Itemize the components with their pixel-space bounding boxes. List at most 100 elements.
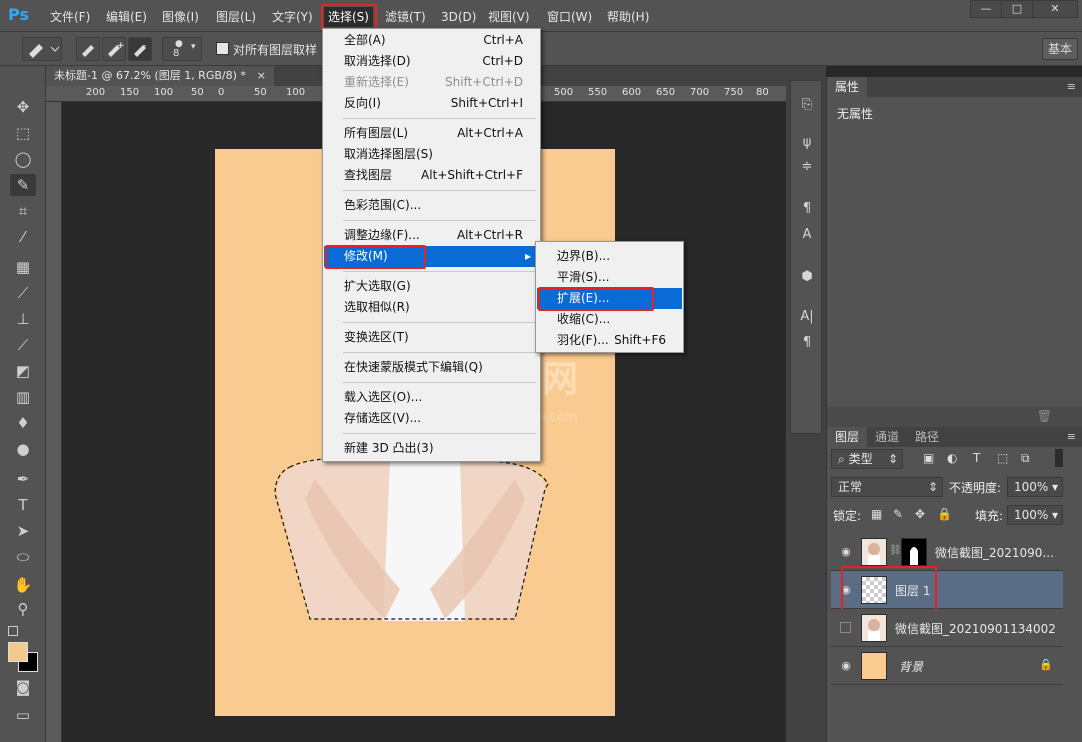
hand-tool-icon[interactable]: ✋: [10, 574, 36, 596]
restore-button[interactable]: □: [1001, 0, 1033, 18]
zoom-tool-icon[interactable]: ⚲: [10, 598, 36, 620]
submenu-item-feather[interactable]: 羽化(F)... Shift+F6: [537, 330, 682, 351]
tool-preset-picker[interactable]: [22, 37, 62, 61]
menu-view[interactable]: 视图(V): [484, 7, 534, 27]
move-tool-icon[interactable]: ✥: [10, 96, 36, 118]
shape-tool-icon[interactable]: ⬭: [10, 546, 36, 568]
dodge-tool-icon[interactable]: ●: [10, 438, 36, 460]
submenu-item-contract[interactable]: 收缩(C)...: [537, 309, 682, 330]
menu-item-select-all[interactable]: 全部(A) Ctrl+A: [324, 30, 539, 51]
image-filter-icon[interactable]: ▣: [923, 451, 934, 465]
lasso-tool-icon[interactable]: ◯: [10, 148, 36, 170]
default-colors-icon[interactable]: [8, 626, 18, 636]
visibility-toggle-hidden[interactable]: [840, 622, 851, 633]
menu-image[interactable]: 图像(I): [158, 7, 203, 27]
menu-item-similar[interactable]: 选取相似(R): [324, 297, 539, 318]
brush-size-picker[interactable]: ● 8 ▾: [162, 37, 202, 61]
tab-properties[interactable]: 属性: [827, 77, 868, 97]
character-panel-icon[interactable]: A|: [795, 307, 819, 327]
smart-object-filter-icon[interactable]: ⧉: [1021, 451, 1030, 466]
tab-channels[interactable]: 通道: [867, 427, 907, 447]
adjustment-panel-icon[interactable]: ≑: [795, 157, 819, 177]
lock-all-icon[interactable]: 🔒: [937, 507, 952, 521]
opacity-input[interactable]: 100% ▾: [1007, 477, 1063, 497]
menu-item-refine-edge[interactable]: 调整边缘(F)... Alt+Ctrl+R: [324, 225, 539, 246]
menu-3d[interactable]: 3D(D): [437, 7, 480, 27]
menu-item-new-3d-extrusion[interactable]: 新建 3D 凸出(3): [324, 438, 539, 459]
quick-mask-icon[interactable]: ◙: [10, 676, 36, 698]
lock-pixels-icon[interactable]: ✎: [893, 507, 903, 521]
layer-row[interactable]: 微信截图_20210901134002: [831, 609, 1063, 647]
menu-item-transform-selection[interactable]: 变换选区(T): [324, 327, 539, 348]
workspace-switcher[interactable]: 基本: [1042, 38, 1078, 60]
paragraph-panel-icon[interactable]: ¶: [795, 333, 819, 353]
quick-selection-tool-icon[interactable]: ✎: [10, 174, 36, 196]
menu-item-deselect[interactable]: 取消选择(D) Ctrl+D: [324, 51, 539, 72]
character-style-icon[interactable]: A: [795, 225, 819, 245]
menu-item-find-layers[interactable]: 查找图层 Alt+Shift+Ctrl+F: [324, 165, 539, 186]
menu-item-load-selection[interactable]: 载入选区(O)...: [324, 387, 539, 408]
close-tab-icon[interactable]: ×: [257, 66, 266, 86]
history-brush-tool-icon[interactable]: ⟋: [10, 334, 36, 356]
minimize-button[interactable]: —: [970, 0, 1002, 18]
marquee-tool-icon[interactable]: ⬚: [10, 122, 36, 144]
menu-window[interactable]: 窗口(W): [543, 7, 596, 27]
menu-item-all-layers[interactable]: 所有图层(L) Alt+Ctrl+A: [324, 123, 539, 144]
tab-layers[interactable]: 图层: [827, 427, 868, 447]
healing-brush-tool-icon[interactable]: ▦: [10, 256, 36, 278]
chain-link-icon[interactable]: ⛓: [889, 545, 902, 556]
submenu-item-border[interactable]: 边界(B)...: [537, 246, 682, 267]
gradient-tool-icon[interactable]: ▥: [10, 386, 36, 408]
close-window-button[interactable]: ✕: [1032, 0, 1078, 18]
submenu-item-smooth[interactable]: 平滑(S)...: [537, 267, 682, 288]
menu-type[interactable]: 文字(Y): [268, 7, 317, 27]
document-tab[interactable]: 未标题-1 @ 67.2% (图层 1, RGB/8) * ×: [46, 66, 274, 86]
menu-filter[interactable]: 滤镜(T): [381, 7, 430, 27]
filter-toggle[interactable]: [1055, 449, 1063, 467]
menu-item-color-range[interactable]: 色彩范围(C)...: [324, 195, 539, 216]
menu-item-grow[interactable]: 扩大选取(G): [324, 276, 539, 297]
shape-filter-icon[interactable]: ⬚: [997, 451, 1008, 465]
menu-item-save-selection[interactable]: 存储选区(V)...: [324, 408, 539, 429]
layer-filter-select[interactable]: ⌕ 类型 ⇕: [831, 449, 903, 469]
add-to-selection-button[interactable]: +: [102, 37, 126, 61]
menu-file[interactable]: 文件(F): [46, 7, 94, 27]
3d-panel-icon[interactable]: ⬢: [795, 267, 819, 287]
panel-menu-icon[interactable]: ≡: [1067, 80, 1076, 93]
sample-all-layers-checkbox[interactable]: [216, 42, 229, 55]
visibility-eye-icon[interactable]: ◉: [839, 659, 853, 673]
path-selection-tool-icon[interactable]: ➤: [10, 520, 36, 542]
adjustment-filter-icon[interactable]: ◐: [947, 451, 957, 465]
fill-input[interactable]: 100% ▾: [1007, 505, 1063, 525]
menu-edit[interactable]: 编辑(E): [102, 7, 151, 27]
blur-tool-icon[interactable]: ♦: [10, 412, 36, 434]
visibility-eye-icon[interactable]: ◉: [839, 545, 853, 559]
type-filter-icon[interactable]: T: [973, 451, 980, 465]
eyedropper-tool-icon[interactable]: ⁄: [10, 226, 36, 248]
history-panel-icon[interactable]: ⎘: [795, 95, 819, 115]
new-selection-button[interactable]: [76, 37, 100, 61]
panel-menu-icon[interactable]: ≡: [1067, 430, 1076, 443]
tab-paths[interactable]: 路径: [907, 427, 947, 447]
menu-item-quick-mask[interactable]: 在快速蒙版模式下编辑(Q): [324, 357, 539, 378]
layer-row[interactable]: ◉ 背景 🔒: [831, 647, 1063, 685]
brush-panel-icon[interactable]: ψ: [795, 133, 819, 153]
crop-tool-icon[interactable]: ⌗: [10, 200, 36, 222]
trash-icon[interactable]: 🗑: [1037, 409, 1052, 423]
type-tool-icon[interactable]: T: [10, 494, 36, 516]
menu-item-deselect-layers[interactable]: 取消选择图层(S): [324, 144, 539, 165]
menu-layer[interactable]: 图层(L): [212, 7, 260, 27]
pen-tool-icon[interactable]: ✒: [10, 468, 36, 490]
foreground-color-swatch[interactable]: [8, 642, 28, 662]
lock-position-icon[interactable]: ✥: [915, 507, 925, 521]
eraser-tool-icon[interactable]: ◩: [10, 360, 36, 382]
lock-transparent-icon[interactable]: ▦: [871, 507, 882, 521]
clone-stamp-tool-icon[interactable]: ⊥: [10, 308, 36, 330]
menu-help[interactable]: 帮助(H): [603, 7, 653, 27]
brush-tool-icon[interactable]: ⟋: [10, 282, 36, 304]
menu-item-inverse[interactable]: 反向(I) Shift+Ctrl+I: [324, 93, 539, 114]
layer-mask-thumbnail[interactable]: [901, 538, 927, 566]
paragraph-style-icon[interactable]: ¶: [795, 199, 819, 219]
subtract-from-selection-button[interactable]: -: [128, 37, 152, 61]
screen-mode-icon[interactable]: ▭: [10, 704, 36, 726]
